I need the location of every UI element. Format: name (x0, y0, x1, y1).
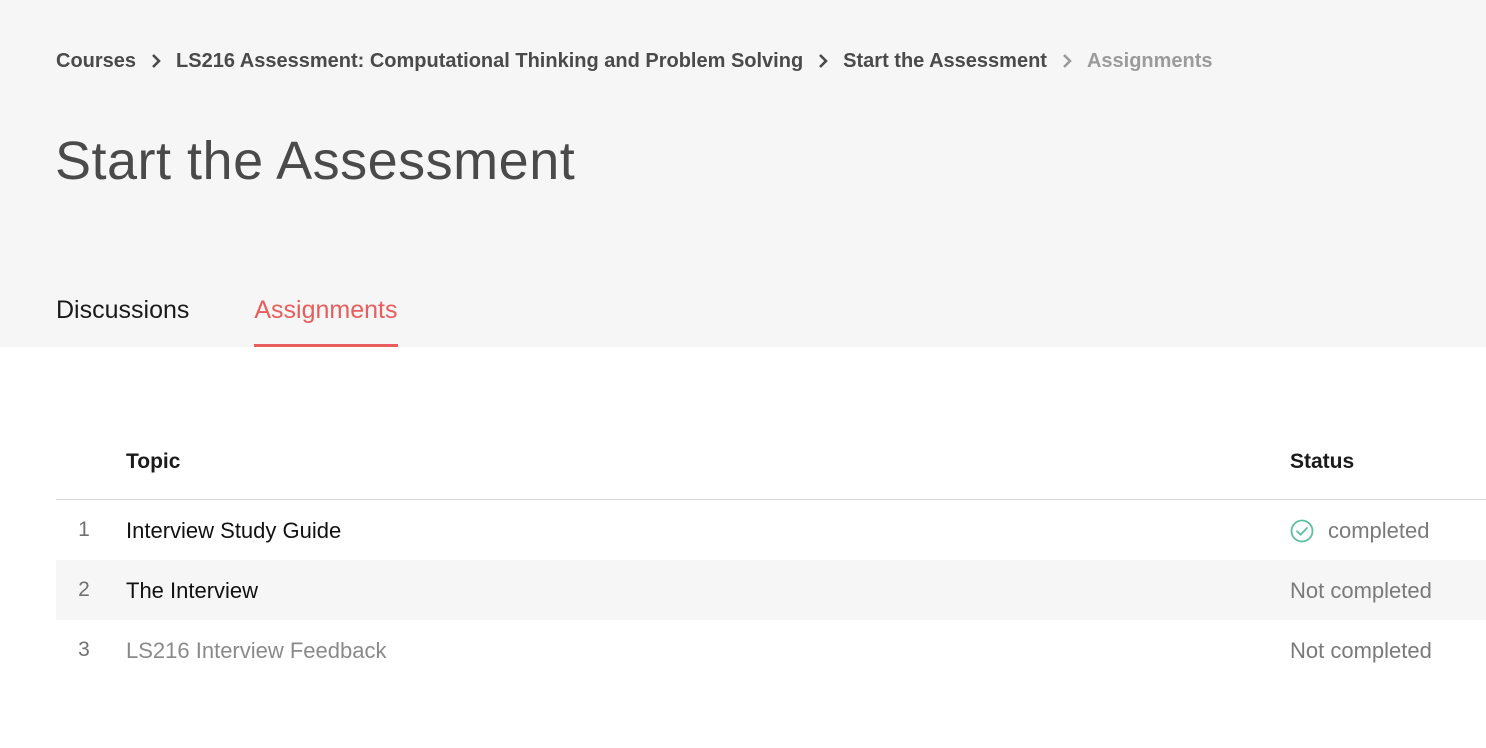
page-title: Start the Assessment (55, 131, 576, 191)
row-number: 3 (78, 638, 90, 661)
topic-link: LS216 Interview Feedback (126, 638, 387, 663)
table-row: 3 LS216 Interview Feedback Not completed (56, 620, 1486, 680)
status-cell: completed (1290, 518, 1430, 544)
tab-assignments[interactable]: Assignments (254, 292, 398, 347)
topic-link[interactable]: Interview Study Guide (126, 518, 341, 544)
chevron-right-icon (1047, 50, 1087, 73)
table-row: 2 The Interview Not completed (56, 560, 1486, 620)
breadcrumb-lesson[interactable]: Start the Assessment (843, 50, 1047, 73)
chevron-right-icon (136, 50, 176, 73)
status-text: Not completed (1290, 638, 1432, 663)
assignments-table: Topic Status 1 Interview Study Guide com… (56, 440, 1486, 680)
chevron-right-icon (803, 50, 843, 73)
page-header: Courses LS216 Assessment: Computational … (0, 0, 1486, 347)
breadcrumb: Courses LS216 Assessment: Computational … (56, 46, 1213, 76)
row-number: 1 (78, 518, 90, 541)
status-text: Not completed (1290, 578, 1432, 603)
topic-link[interactable]: The Interview (126, 578, 258, 604)
status-cell: Not completed (1290, 638, 1432, 664)
tab-bar: Discussions Assignments (56, 292, 398, 347)
table-row: 1 Interview Study Guide completed (56, 500, 1486, 560)
breadcrumb-courses[interactable]: Courses (56, 50, 136, 73)
status-cell: Not completed (1290, 578, 1432, 604)
table-header: Topic Status (56, 440, 1486, 500)
row-number: 2 (78, 578, 90, 601)
breadcrumb-current: Assignments (1086, 49, 1213, 72)
column-header-status: Status (1290, 450, 1355, 473)
breadcrumb-course[interactable]: LS216 Assessment: Computational Thinking… (176, 50, 803, 73)
check-circle-icon (1290, 519, 1314, 543)
status-text: completed (1328, 518, 1430, 543)
tab-discussions[interactable]: Discussions (56, 292, 189, 347)
column-header-topic: Topic (126, 450, 181, 473)
